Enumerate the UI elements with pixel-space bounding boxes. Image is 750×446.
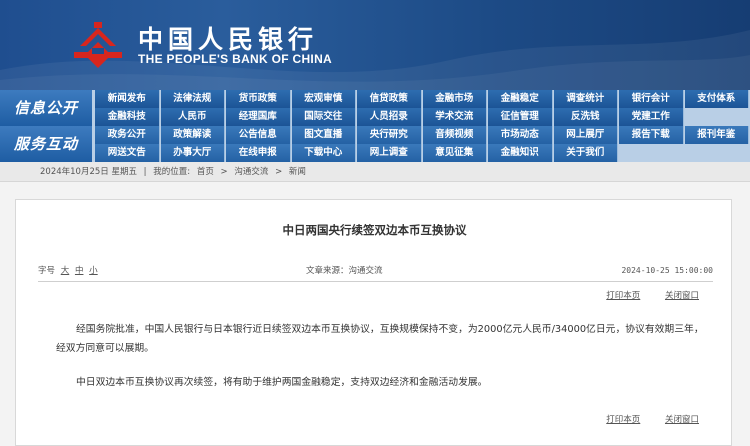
nav-item[interactable]: 人民币 xyxy=(160,108,225,126)
nav-item[interactable]: 公告信息 xyxy=(226,126,291,144)
nav-item[interactable]: 意见征集 xyxy=(422,144,487,162)
nav-item[interactable]: 网送文告 xyxy=(95,144,160,162)
article-datetime: 2024-10-25 15:00:00 xyxy=(621,266,713,275)
article-paragraph: 中日双边本币互换协议再次续签，将有助于维护两国金融稳定，支持双边经济和金融活动发… xyxy=(76,377,488,388)
nav-item[interactable]: 学术交流 xyxy=(422,108,487,126)
nav-group-service: 服务互动 政务公开 政策解读 公告信息 图文直播 央行研究 音频视频 市场动态 网上展厅 报告下… xyxy=(0,126,750,162)
nav-item[interactable]: 报刊年鉴 xyxy=(684,126,749,144)
nav-item[interactable]: 市场动态 xyxy=(488,126,553,144)
nav-item[interactable]: 党建工作 xyxy=(619,108,684,126)
nav-item[interactable]: 音频视频 xyxy=(422,126,487,144)
breadcrumb: 2024年10月25日 星期五 | 我的位置: 首页 > 沟通交流 > 新闻 xyxy=(0,162,750,182)
font-size-switcher: 字号 大 中 小 xyxy=(38,264,101,278)
nav-item[interactable]: 信贷政策 xyxy=(357,90,422,108)
article-actions-bottom: 打印本页 关闭窗口 xyxy=(584,413,699,425)
nav-item[interactable]: 网上调查 xyxy=(357,144,422,162)
nav-item[interactable]: 法律法规 xyxy=(160,90,225,108)
nav-item[interactable]: 金融稳定 xyxy=(488,90,553,108)
current-date: 2024年10月25日 星期五 xyxy=(40,167,137,177)
breadcrumb-arrow: > xyxy=(275,167,283,177)
close-window-link[interactable]: 关闭窗口 xyxy=(665,415,699,425)
breadcrumb-arrow: > xyxy=(220,167,228,177)
nav-item[interactable]: 调查统计 xyxy=(553,90,618,108)
site-header: 中国人民银行 THE PEOPLE'S BANK OF CHINA xyxy=(0,0,750,90)
nav-item[interactable]: 宏观审慎 xyxy=(291,90,356,108)
breadcrumb-home-link[interactable]: 首页 xyxy=(197,167,214,177)
breadcrumb-current: 新闻 xyxy=(288,167,306,177)
font-size-large-link[interactable]: 大 xyxy=(61,266,70,276)
article-title: 中日两国央行续签双边本币互换协议 xyxy=(282,223,467,237)
pboc-logo-icon[interactable] xyxy=(70,22,126,68)
nav-item[interactable]: 银行会计 xyxy=(619,90,684,108)
close-window-link[interactable]: 关闭窗口 xyxy=(665,291,699,301)
nav-group-info: 信息公开 新闻发布 法律法规 货币政策 宏观审慎 信贷政策 金融市场 金融稳定 调查统计 银行会… xyxy=(0,90,750,126)
nav-item[interactable]: 政务公开 xyxy=(95,126,160,144)
nav-item[interactable]: 货币政策 xyxy=(226,90,291,108)
nav-item[interactable]: 在线申报 xyxy=(226,144,291,162)
brand-name-en[interactable]: THE PEOPLE'S BANK OF CHINA xyxy=(138,52,332,66)
nav-item[interactable]: 金融市场 xyxy=(422,90,487,108)
nav-item[interactable]: 关于我们 xyxy=(553,144,618,162)
nav-grid: 新闻发布 法律法规 货币政策 宏观审慎 信贷政策 金融市场 金融稳定 调查统计 银行会计 支付体系… xyxy=(95,90,750,126)
print-page-link[interactable]: 打印本页 xyxy=(606,415,640,425)
location-label: 我的位置: xyxy=(153,167,191,177)
article-paragraph: 经国务院批准，中国人民银行与日本银行近日续签双边本币互换协议，互换规模保持不变，… xyxy=(56,324,704,354)
divider xyxy=(38,281,713,282)
nav-group-label: 信息公开 xyxy=(0,90,92,126)
breadcrumb-section-link[interactable]: 沟通交流 xyxy=(234,167,268,177)
nav-item[interactable]: 经理国库 xyxy=(226,108,291,126)
brand-name-cn[interactable]: 中国人民银行 xyxy=(138,20,318,56)
nav-item[interactable]: 新闻发布 xyxy=(95,90,160,108)
nav-item[interactable]: 报告下载 xyxy=(619,126,684,144)
nav-item[interactable]: 政策解读 xyxy=(160,126,225,144)
nav-item[interactable]: 征信管理 xyxy=(488,108,553,126)
breadcrumb-separator: | xyxy=(143,167,147,177)
article-meta: 字号 大 中 小 文章来源：沟通交流 2024-10-25 15:00:00 xyxy=(38,264,713,278)
nav-item[interactable]: 金融科技 xyxy=(95,108,160,126)
nav-item[interactable]: 国际交往 xyxy=(291,108,356,126)
article-actions-top: 打印本页 关闭窗口 xyxy=(584,289,699,301)
nav-item[interactable]: 网上展厅 xyxy=(553,126,618,144)
nav-item[interactable]: 人员招录 xyxy=(357,108,422,126)
nav-item[interactable]: 央行研究 xyxy=(357,126,422,144)
nav-group-label: 服务互动 xyxy=(0,126,92,162)
article-source: 文章来源：沟通交流 xyxy=(306,266,383,276)
nav-item[interactable]: 反洗钱 xyxy=(553,108,618,126)
nav-item[interactable]: 办事大厅 xyxy=(160,144,225,162)
font-size-small-link[interactable]: 小 xyxy=(89,266,98,276)
nav-item[interactable]: 下载中心 xyxy=(291,144,356,162)
print-page-link[interactable]: 打印本页 xyxy=(606,291,640,301)
font-size-label: 字号 xyxy=(38,266,56,276)
page: 中国人民银行 THE PEOPLE'S BANK OF CHINA 信息公开 新… xyxy=(0,0,750,446)
main-navigation: 信息公开 新闻发布 法律法规 货币政策 宏观审慎 信贷政策 金融市场 金融稳定 调查统计 银行会… xyxy=(0,90,750,162)
nav-item[interactable]: 金融知识 xyxy=(488,144,553,162)
nav-grid: 政务公开 政策解读 公告信息 图文直播 央行研究 音频视频 市场动态 网上展厅 报告下载 报刊年鉴… xyxy=(95,126,750,162)
article-panel: 中日两国央行续签双边本币互换协议 字号 大 中 小 文章来源：沟通交流 2024… xyxy=(15,199,732,446)
nav-item[interactable]: 支付体系 xyxy=(684,90,749,108)
font-size-medium-link[interactable]: 中 xyxy=(75,266,84,276)
nav-item[interactable]: 图文直播 xyxy=(291,126,356,144)
